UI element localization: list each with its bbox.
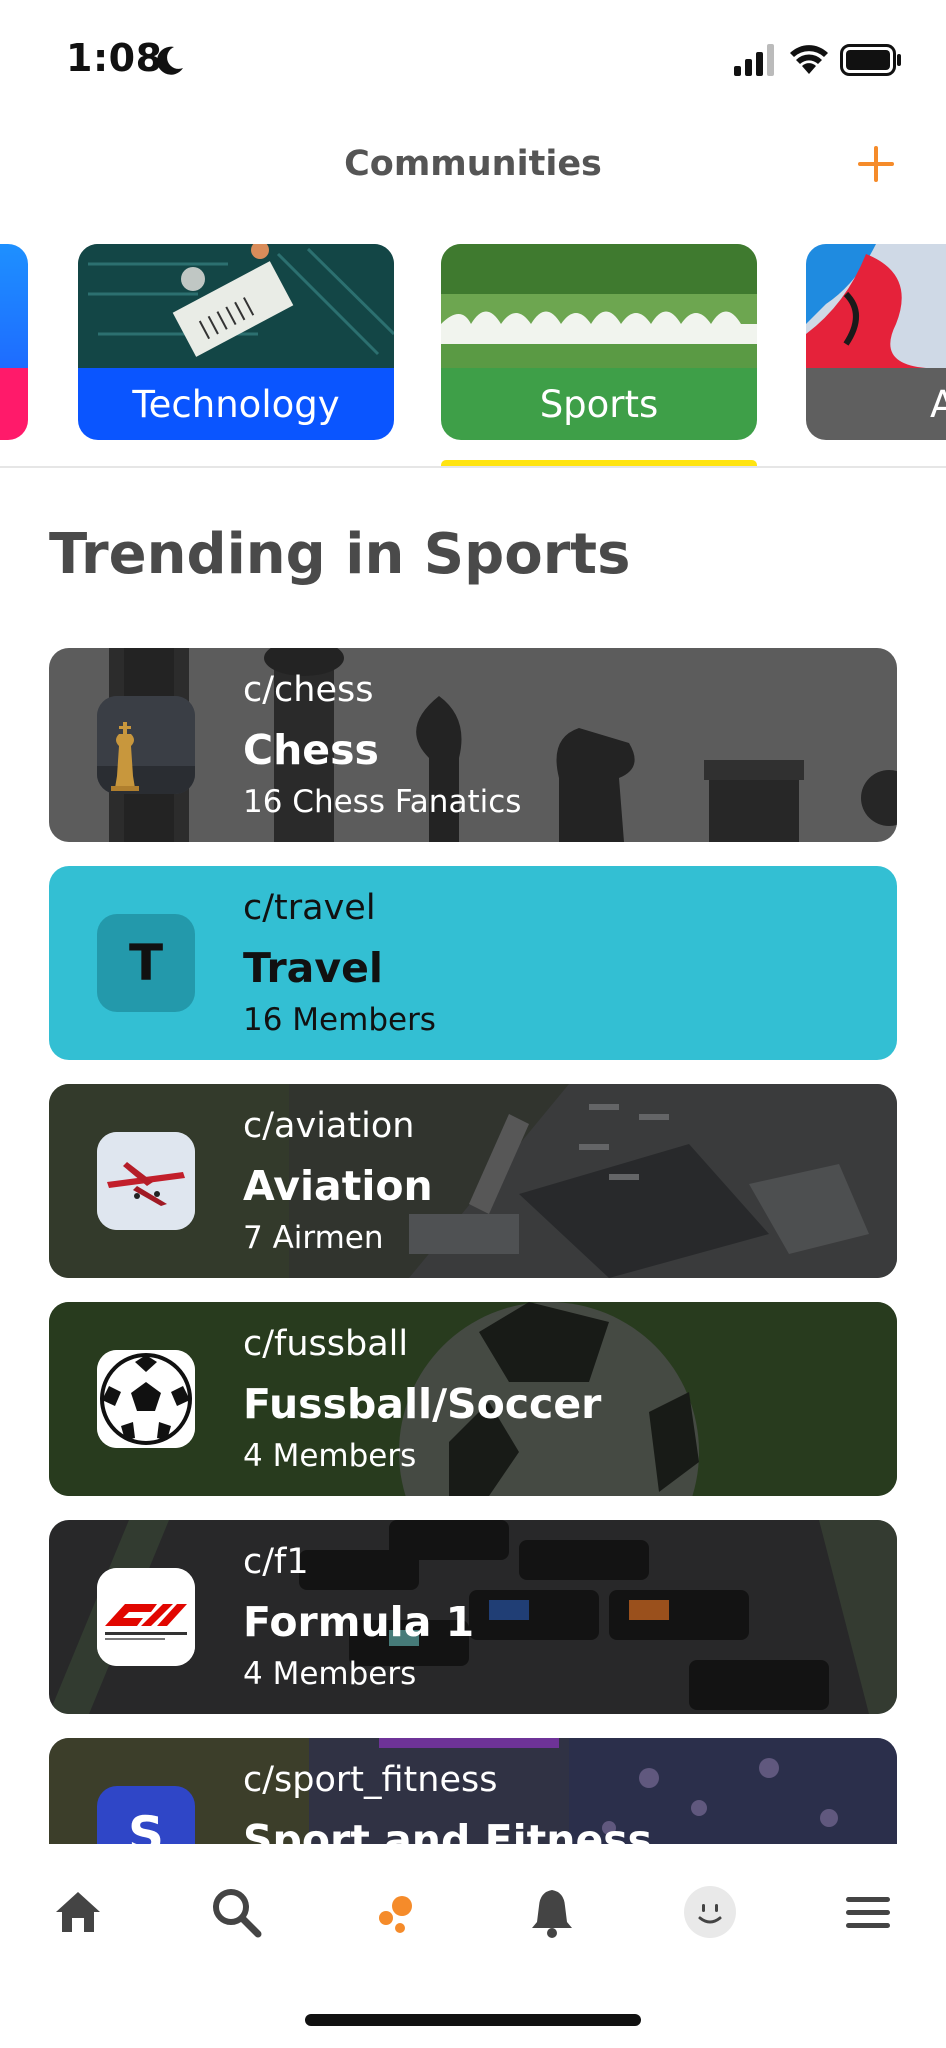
community-slug: c/f1	[243, 1542, 309, 1582]
community-name: Sport and Fitness	[243, 1816, 653, 1844]
home-indicator[interactable]	[305, 2014, 641, 2026]
community-card-travel[interactable]: T c/travel Travel 16 Members	[49, 866, 897, 1060]
add-community-button[interactable]	[852, 140, 900, 188]
bell-icon	[532, 1890, 572, 1938]
avatar-letter: T	[128, 934, 164, 992]
wifi-icon	[790, 45, 828, 74]
nav-menu[interactable]	[828, 1872, 908, 1952]
community-slug: c/chess	[243, 670, 374, 710]
community-name: Travel	[243, 944, 383, 992]
nav-communities[interactable]	[354, 1872, 434, 1952]
community-avatar	[97, 1132, 195, 1230]
community-avatar: S	[97, 1786, 195, 1844]
bottom-navigation	[0, 1844, 946, 2048]
community-avatar	[97, 1568, 195, 1666]
divider	[0, 466, 946, 468]
signal-icon	[734, 44, 774, 76]
home-icon	[56, 1892, 100, 1932]
section-title: Trending in Sports	[49, 522, 631, 587]
chess-king-icon	[97, 696, 195, 794]
avatar-letter: S	[127, 1806, 164, 1844]
category-label: Sports	[441, 368, 757, 440]
nav-notifications[interactable]	[512, 1872, 592, 1952]
communities-icon	[379, 1896, 412, 1933]
category-card-technology[interactable]: Technology	[78, 244, 394, 440]
menu-icon	[846, 1897, 890, 1928]
community-slug: c/fussball	[243, 1324, 409, 1364]
category-card-arts[interactable]: A	[806, 244, 946, 440]
community-member-count: 16 Members	[243, 1002, 436, 1038]
nav-profile[interactable]	[670, 1872, 750, 1952]
community-avatar	[97, 1350, 195, 1448]
community-member-count: 4 Members	[243, 1438, 417, 1474]
community-name: Formula 1	[243, 1598, 475, 1646]
community-slug: c/travel	[243, 888, 376, 928]
status-time: 1:08	[66, 36, 163, 80]
community-card-chess[interactable]: c/chess Chess 16 Chess Fanatics	[49, 648, 897, 842]
community-avatar: T	[97, 914, 195, 1012]
f1-logo-icon	[97, 1568, 195, 1666]
airplane-icon	[97, 1132, 195, 1230]
category-thumbnail	[0, 244, 28, 368]
category-thumbnail	[441, 244, 757, 368]
community-member-count: 16 Chess Fanatics	[243, 784, 522, 820]
category-label: A	[806, 368, 946, 440]
status-bar: 1:08	[0, 0, 946, 120]
community-card-fussball[interactable]: c/fussball Fussball/Soccer 4 Members	[49, 1302, 897, 1496]
category-label: Technology	[78, 368, 394, 440]
nav-home[interactable]	[38, 1872, 118, 1952]
nav-search[interactable]	[196, 1872, 276, 1952]
soccer-ball-icon	[97, 1350, 195, 1448]
category-label	[0, 368, 28, 440]
community-card-aviation[interactable]: c/aviation Aviation 7 Airmen	[49, 1084, 897, 1278]
category-carousel[interactable]: Technology Sports A	[0, 244, 946, 468]
community-member-count: 7 Airmen	[243, 1220, 384, 1256]
page-title: Communities	[344, 144, 602, 184]
category-card-partial[interactable]	[0, 244, 28, 440]
community-card-f1[interactable]: c/f1 Formula 1 4 Members	[49, 1520, 897, 1714]
community-member-count: 4 Members	[243, 1656, 417, 1692]
community-slug: c/sport_fitness	[243, 1760, 498, 1800]
community-name: Fussball/Soccer	[243, 1380, 602, 1428]
profile-face-icon	[684, 1886, 736, 1938]
community-slug: c/aviation	[243, 1106, 415, 1146]
battery-icon	[840, 44, 901, 76]
community-avatar	[97, 696, 195, 794]
category-thumbnail	[806, 244, 946, 368]
moon-icon	[157, 46, 183, 75]
category-card-sports[interactable]: Sports	[441, 244, 757, 440]
search-icon	[213, 1889, 262, 1938]
community-card-sport-fitness[interactable]: S c/sport_fitness Sport and Fitness	[49, 1738, 897, 1844]
category-thumbnail	[78, 244, 394, 368]
community-name: Chess	[243, 726, 379, 774]
community-list[interactable]: c/chess Chess 16 Chess Fanatics T c/trav…	[0, 648, 946, 1844]
community-name: Aviation	[243, 1162, 433, 1210]
